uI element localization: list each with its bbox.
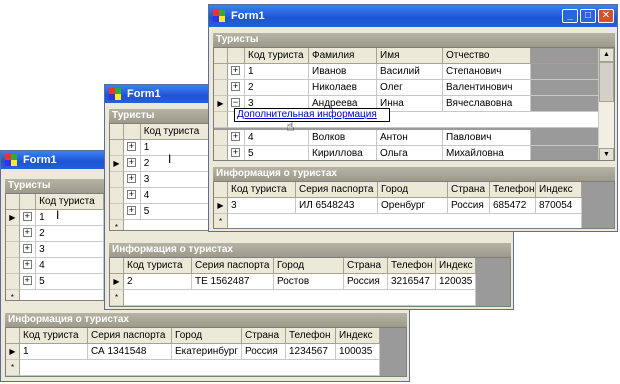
app-icon [213,10,225,22]
table-row[interactable]: ▶ 3 ИЛ 6548243 Оренбург Россия 685472 87… [214,198,614,214]
table-row[interactable]: + 5 [6,274,104,290]
tourists-grid[interactable]: Код туриста + 1 ▶ + 2 + 3 + 4 + 5 * [109,123,215,231]
new-row[interactable]: * [110,290,510,306]
table-row[interactable]: + 3 [110,172,214,188]
expand-plus-icon[interactable]: + [231,81,240,91]
info-caption: Информация о туристах [213,167,615,181]
table-row[interactable]: + 2 Николаев Олег Валентинович [214,80,614,96]
app-icon [109,88,121,100]
grid-header-row: Код туриста Серия паспорта Город Страна … [110,258,510,274]
minimize-button[interactable]: _ [562,9,578,23]
close-button[interactable]: ✕ [598,9,614,23]
table-row[interactable]: + 4 [6,258,104,274]
expand-plus-icon[interactable]: + [126,189,136,199]
table-row[interactable]: ▶ 2 ТЕ 1562487 Ростов Россия 3216547 120… [110,274,510,290]
expand-plus-icon[interactable]: + [231,131,240,141]
grid-header-row: Код туриста Серия паспорта Город Страна … [214,182,614,198]
new-row[interactable]: * [6,290,104,300]
info-grid[interactable]: Код туриста Серия паспорта Город Страна … [5,327,407,377]
info-grid[interactable]: Код туриста Серия паспорта Город Страна … [109,257,511,307]
expand-plus-icon[interactable]: + [22,275,32,285]
maximize-button[interactable]: □ [580,9,596,23]
tourists-caption: Туристы [213,33,615,47]
tourists-grid[interactable]: Код туриста Фамилия Имя Отчество + 1 Ива… [213,47,615,161]
grid-header-row: Код туриста [6,194,104,210]
new-row[interactable]: * [6,360,406,376]
scroll-up-arrow-icon[interactable]: ▲ [599,48,614,62]
window-title: Form1 [23,154,57,166]
info-grid[interactable]: Код туриста Серия паспорта Город Страна … [213,181,615,229]
expand-plus-icon[interactable]: + [126,141,136,151]
hand-cursor-icon: ☝ [286,118,295,134]
table-row[interactable]: + 5 [110,204,214,220]
column-header[interactable]: Код туриста [36,194,104,210]
grid-header-row: Код туриста Фамилия Имя Отчество [214,48,614,64]
grid-header-row: Код туриста Серия паспорта Город Страна … [6,328,406,344]
table-row[interactable]: ▶ + 1 [6,210,104,226]
tourists-grid[interactable]: Код туриста ▶ + 1 + 2 + 3 + 4 + 5 * [5,193,105,301]
expand-plus-icon[interactable]: + [231,147,240,157]
table-row[interactable]: + 2 [6,226,104,242]
info-caption: Информация о туристах [109,243,511,257]
window-title: Form1 [127,88,161,100]
expand-plus-icon[interactable]: + [22,243,32,253]
expand-plus-icon[interactable]: + [126,205,136,215]
new-row[interactable]: * [110,220,214,230]
additional-info-link[interactable]: Дополнительная информация [234,108,390,122]
expand-plus-icon[interactable]: + [231,65,240,75]
table-row[interactable]: + 4 Волков Антон Павлович [214,130,614,146]
expand-plus-icon[interactable]: + [126,173,136,183]
info-caption: Информация о туристах [5,313,407,327]
table-row[interactable]: + 4 [110,188,214,204]
text-cursor-icon: I [168,152,172,166]
table-row[interactable]: + 1 Иванов Василий Степанович [214,64,614,80]
table-row[interactable]: ▶ + 2 [110,156,214,172]
scroll-down-arrow-icon[interactable]: ▼ [599,148,614,160]
expand-plus-icon[interactable]: + [22,211,32,221]
app-icon [5,154,17,166]
table-row[interactable]: + 5 Кириллова Ольга Михайловна [214,146,614,160]
current-row-marker: ▶ [6,210,20,226]
tourists-caption: Туристы [5,179,105,193]
expand-plus-icon[interactable]: + [126,157,136,167]
scroll-thumb[interactable] [599,62,614,102]
tourists-caption: Туристы [109,109,215,123]
expand-plus-icon[interactable]: + [22,259,32,269]
new-row-marker: * [6,290,20,300]
table-row[interactable]: + 1 [110,140,214,156]
grid-header-row: Код туриста [110,124,214,140]
expand-plus-icon[interactable]: + [22,227,32,237]
text-cursor-icon: I [56,208,60,222]
expand-minus-icon[interactable]: − [231,97,240,107]
title-bar[interactable]: Form1 _ □ ✕ [209,5,617,27]
table-row[interactable]: + 3 [6,242,104,258]
new-row[interactable]: * [214,214,614,228]
vertical-scrollbar[interactable]: ▲ ▼ [598,48,614,160]
window-title: Form1 [231,10,265,22]
table-row[interactable]: ▶ 1 СА 1341548 Екатеринбург Россия 12345… [6,344,406,360]
